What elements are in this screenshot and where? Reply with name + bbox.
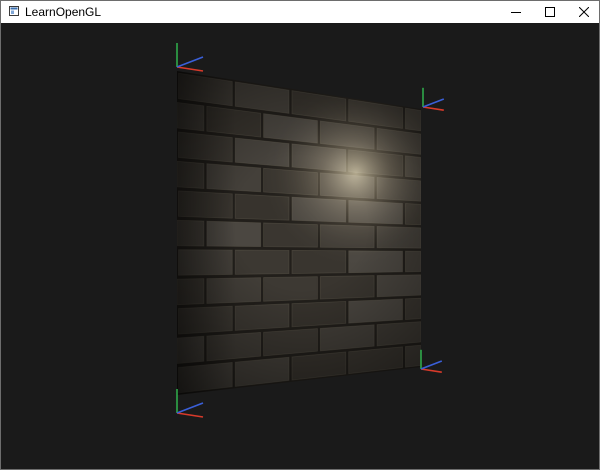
x-axis bbox=[422, 106, 444, 111]
maximize-icon bbox=[545, 7, 555, 17]
z-axis bbox=[422, 98, 445, 108]
minimize-button[interactable] bbox=[499, 1, 533, 23]
z-axis bbox=[176, 56, 204, 68]
x-axis bbox=[176, 66, 204, 72]
gizmo-top-right bbox=[422, 87, 445, 111]
x-axis bbox=[176, 412, 204, 418]
brick-wall-scene bbox=[176, 43, 445, 418]
gizmo-top-left bbox=[176, 43, 204, 72]
gizmo-bottom-right bbox=[420, 349, 443, 373]
x-axis bbox=[420, 368, 442, 373]
window-title: LearnOpenGL bbox=[25, 5, 102, 19]
close-icon bbox=[579, 7, 589, 17]
z-axis bbox=[176, 402, 204, 414]
close-button[interactable] bbox=[567, 1, 599, 23]
maximize-button[interactable] bbox=[533, 1, 567, 23]
title-bar[interactable]: LearnOpenGL bbox=[1, 1, 599, 23]
app-window: LearnOpenGL bbox=[0, 0, 600, 470]
minimize-icon bbox=[511, 12, 521, 13]
opengl-viewport[interactable] bbox=[1, 23, 599, 469]
z-axis bbox=[420, 360, 443, 370]
brick-wall-quad bbox=[177, 71, 421, 395]
app-window-icon bbox=[9, 6, 19, 16]
